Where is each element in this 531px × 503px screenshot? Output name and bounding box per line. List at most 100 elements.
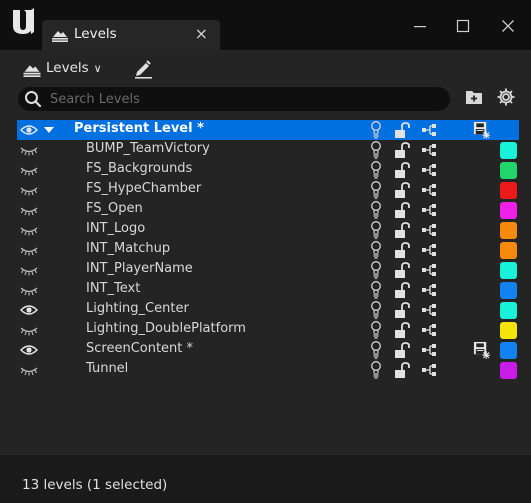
levels-icon	[52, 31, 68, 42]
eye-closed-icon[interactable]	[20, 143, 38, 157]
level-row[interactable]: BUMP_TeamVictory	[17, 140, 519, 160]
light-bulb-icon[interactable]	[369, 200, 383, 220]
level-row[interactable]: Tunnel	[17, 360, 519, 380]
eye-closed-icon[interactable]	[20, 363, 38, 377]
unlock-icon[interactable]	[394, 202, 412, 218]
eye-closed-icon[interactable]	[20, 223, 38, 237]
save-icon[interactable]	[473, 341, 490, 359]
level-row[interactable]: FS_HypeChamber	[17, 180, 519, 200]
level-color-swatch[interactable]	[500, 242, 517, 259]
level-row[interactable]: INT_Matchup	[17, 240, 519, 260]
unlock-icon[interactable]	[394, 122, 412, 138]
level-color-swatch[interactable]	[500, 182, 517, 199]
unlock-icon[interactable]	[394, 142, 412, 158]
level-row[interactable]: INT_Logo	[17, 220, 519, 240]
unlock-icon[interactable]	[394, 182, 412, 198]
level-color-swatch[interactable]	[500, 142, 517, 159]
level-color-swatch[interactable]	[500, 282, 517, 299]
level-color-swatch[interactable]	[500, 322, 517, 339]
hierarchy-icon[interactable]	[419, 163, 439, 177]
level-row[interactable]: Lighting_DoublePlatform	[17, 320, 519, 340]
hierarchy-icon[interactable]	[419, 243, 439, 257]
unreal-logo-icon	[13, 8, 34, 34]
level-row[interactable]: Lighting_Center	[17, 300, 519, 320]
unlock-icon[interactable]	[394, 162, 412, 178]
eye-open-icon[interactable]	[20, 123, 38, 137]
add-folder-icon[interactable]	[465, 88, 483, 106]
eye-closed-icon[interactable]	[20, 183, 38, 197]
light-bulb-icon[interactable]	[369, 260, 383, 280]
tab-levels[interactable]: Levels ×	[42, 20, 220, 50]
close-window-button[interactable]	[493, 14, 523, 38]
unlock-icon[interactable]	[394, 302, 412, 318]
eye-closed-icon[interactable]	[20, 243, 38, 257]
level-row[interactable]: FS_Open	[17, 200, 519, 220]
hierarchy-icon[interactable]	[419, 263, 439, 277]
search-icon	[25, 91, 42, 108]
light-bulb-icon[interactable]	[369, 220, 383, 240]
unlock-icon[interactable]	[394, 242, 412, 258]
light-bulb-icon[interactable]	[369, 300, 383, 320]
search-input[interactable]	[50, 89, 440, 109]
level-name: FS_Backgrounds	[86, 161, 193, 176]
level-color-swatch[interactable]	[500, 202, 517, 219]
unlock-icon[interactable]	[394, 282, 412, 298]
hierarchy-icon[interactable]	[419, 203, 439, 217]
level-row[interactable]: INT_Text	[17, 280, 519, 300]
unlock-icon[interactable]	[394, 322, 412, 338]
level-name: INT_PlayerName	[86, 261, 193, 276]
light-bulb-icon[interactable]	[369, 120, 383, 140]
unlock-icon[interactable]	[394, 222, 412, 238]
light-bulb-icon[interactable]	[369, 240, 383, 260]
level-name: INT_Matchup	[86, 241, 171, 256]
eye-closed-icon[interactable]	[20, 283, 38, 297]
hierarchy-icon[interactable]	[419, 123, 439, 137]
gear-icon[interactable]	[496, 87, 516, 107]
eye-closed-icon[interactable]	[20, 163, 38, 177]
level-color-swatch[interactable]	[500, 362, 517, 379]
hierarchy-icon[interactable]	[419, 303, 439, 317]
level-color-swatch[interactable]	[500, 222, 517, 239]
expand-arrow-icon[interactable]	[43, 124, 55, 136]
light-bulb-icon[interactable]	[369, 360, 383, 380]
hierarchy-icon[interactable]	[419, 323, 439, 337]
maximize-button[interactable]	[448, 14, 478, 38]
hierarchy-icon[interactable]	[419, 183, 439, 197]
hierarchy-icon[interactable]	[419, 363, 439, 377]
light-bulb-icon[interactable]	[369, 140, 383, 160]
hierarchy-icon[interactable]	[419, 143, 439, 157]
hierarchy-icon[interactable]	[419, 343, 439, 357]
close-icon	[502, 20, 514, 32]
level-color-swatch[interactable]	[500, 262, 517, 279]
eye-closed-icon[interactable]	[20, 263, 38, 277]
light-bulb-icon[interactable]	[369, 340, 383, 360]
eye-open-icon[interactable]	[20, 303, 38, 317]
save-icon[interactable]	[473, 121, 490, 139]
unlock-icon[interactable]	[394, 362, 412, 378]
eye-closed-icon[interactable]	[20, 203, 38, 217]
unlock-icon[interactable]	[394, 262, 412, 278]
close-tab-icon[interactable]: ×	[195, 24, 208, 43]
minimize-button[interactable]	[405, 14, 435, 38]
level-name: FS_HypeChamber	[86, 181, 202, 196]
persistent-level-row[interactable]: Persistent Level *	[17, 120, 519, 140]
eye-open-icon[interactable]	[20, 343, 38, 357]
level-row[interactable]: FS_Backgrounds	[17, 160, 519, 180]
eye-closed-icon[interactable]	[20, 323, 38, 337]
search-box	[18, 87, 450, 111]
level-name: Persistent Level *	[74, 121, 204, 136]
level-color-swatch[interactable]	[500, 162, 517, 179]
level-color-swatch[interactable]	[500, 342, 517, 359]
levels-menu-button[interactable]: Levels ∨	[22, 56, 102, 80]
level-color-swatch[interactable]	[500, 302, 517, 319]
light-bulb-icon[interactable]	[369, 280, 383, 300]
hierarchy-icon[interactable]	[419, 283, 439, 297]
level-row[interactable]: INT_PlayerName	[17, 260, 519, 280]
edit-pencil-icon[interactable]	[132, 57, 154, 79]
light-bulb-icon[interactable]	[369, 320, 383, 340]
hierarchy-icon[interactable]	[419, 223, 439, 237]
level-row[interactable]: ScreenContent *	[17, 340, 519, 360]
light-bulb-icon[interactable]	[369, 180, 383, 200]
unlock-icon[interactable]	[394, 342, 412, 358]
light-bulb-icon[interactable]	[369, 160, 383, 180]
